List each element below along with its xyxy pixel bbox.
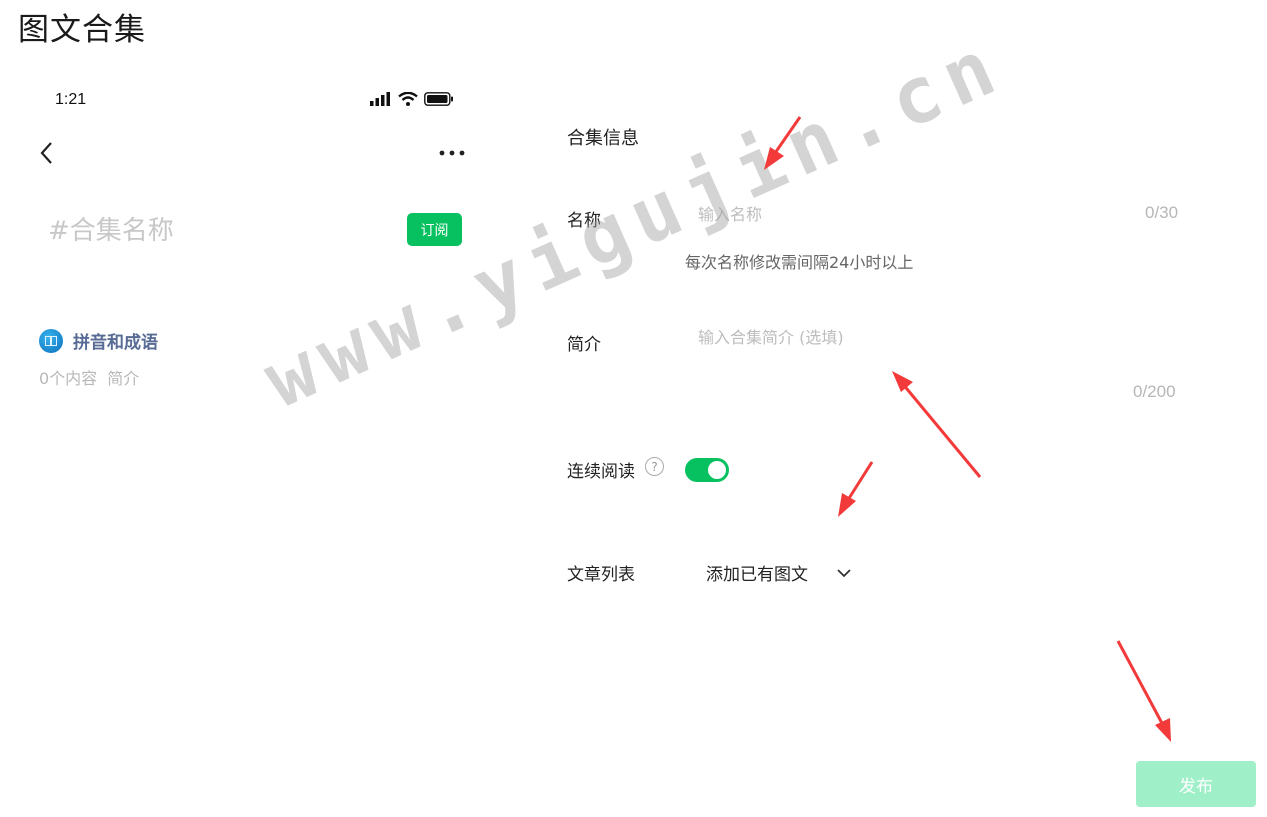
collection-name-preview: #合集名称 bbox=[48, 216, 174, 246]
intro-counter: 0/200 bbox=[1133, 382, 1176, 401]
publish-button[interactable]: 发布 bbox=[1136, 761, 1256, 807]
toggle-knob bbox=[708, 461, 726, 479]
annotation-arrow bbox=[764, 116, 802, 170]
page-title: 图文合集 bbox=[18, 12, 146, 48]
back-arrow-icon[interactable] bbox=[36, 140, 58, 166]
chevron-down-icon bbox=[837, 568, 851, 577]
annotation-arrow bbox=[892, 371, 982, 478]
account-name: 拼音和成语 bbox=[73, 333, 158, 353]
name-hint: 每次名称修改需间隔24小时以上 bbox=[685, 253, 914, 272]
continuous-reading-label: 连续阅读 bbox=[567, 462, 635, 482]
name-label: 名称 bbox=[567, 211, 601, 231]
book-icon bbox=[45, 335, 57, 346]
wifi-icon bbox=[398, 92, 418, 106]
intro-link[interactable]: 简介 bbox=[107, 365, 139, 389]
signal-icon bbox=[370, 92, 390, 106]
continuous-reading-toggle[interactable] bbox=[685, 458, 729, 482]
annotation-arrow bbox=[1116, 640, 1171, 742]
article-list-label: 文章列表 bbox=[567, 565, 635, 585]
intro-label: 简介 bbox=[567, 335, 601, 355]
more-icon[interactable] bbox=[438, 148, 466, 158]
name-input[interactable] bbox=[696, 198, 1100, 230]
collection-meta: 0个内容 简介 bbox=[39, 365, 139, 389]
phone-preview: 1:21 #合集名称 订阅 拼音和成语 0个内容 简介 bbox=[0, 80, 500, 480]
intro-input[interactable] bbox=[696, 322, 1180, 376]
subscribe-button[interactable]: 订阅 bbox=[407, 213, 462, 246]
help-icon[interactable]: ? bbox=[645, 457, 664, 476]
add-article-label: 添加已有图文 bbox=[706, 565, 808, 585]
annotation-arrow bbox=[838, 461, 874, 517]
add-article-dropdown[interactable]: 添加已有图文 bbox=[706, 560, 852, 585]
account-avatar bbox=[39, 328, 63, 353]
status-icons bbox=[370, 91, 454, 107]
battery-icon bbox=[424, 92, 453, 106]
name-counter: 0/30 bbox=[1145, 203, 1179, 222]
section-title: 合集信息 bbox=[567, 128, 639, 149]
account-row[interactable]: 拼音和成语 bbox=[39, 328, 158, 353]
status-time: 1:21 bbox=[55, 91, 87, 108]
content-count: 0个内容 bbox=[39, 369, 98, 388]
